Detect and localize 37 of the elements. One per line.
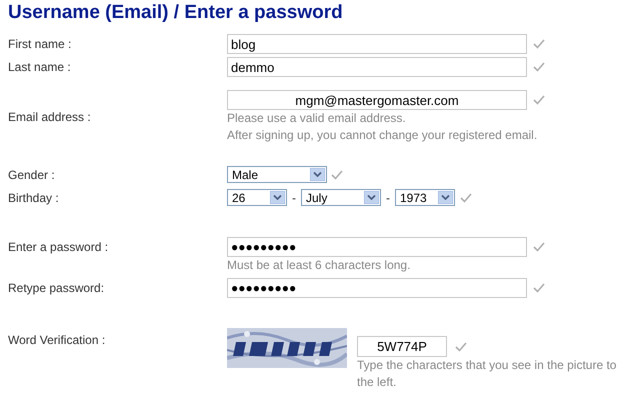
gender-select[interactable]: Male [227, 166, 327, 183]
password-field[interactable]: ●●●●●●●●● [227, 237, 527, 257]
text-field[interactable]: demmo [227, 57, 527, 77]
field-label: Gender : [8, 168, 56, 182]
dropdown-arrow-icon [364, 191, 379, 204]
hint-text: Type the characters that you see in the picture to the left. [357, 357, 618, 391]
date-select[interactable]: 1973 [395, 189, 455, 206]
dropdown-arrow-icon [438, 191, 453, 204]
check-icon [533, 62, 545, 72]
date-select[interactable]: July [301, 189, 381, 206]
field-label: Word Verification : [8, 332, 106, 347]
form-title: Username (Email) / Enter a password [8, 2, 344, 24]
verification-field[interactable]: 5W774P [357, 336, 447, 357]
date-separator: - [386, 190, 390, 204]
check-icon [331, 170, 343, 180]
check-icon [533, 95, 545, 105]
text-field[interactable]: blog [227, 34, 527, 54]
field-label: Retype password: [8, 280, 106, 295]
check-icon [533, 283, 545, 293]
field-label: Enter a password : [8, 239, 110, 254]
date-separator: - [292, 190, 296, 204]
field-label: Last name : [8, 59, 72, 74]
date-select[interactable]: 26 [227, 189, 287, 206]
field-label: First name : [8, 36, 72, 51]
hint-text: Must be at least 6 characters long. [227, 257, 412, 274]
check-icon [533, 242, 545, 252]
field-label: Email address : [8, 110, 92, 126]
hint-text: After signing up, you cannot change your registered email. [227, 127, 538, 144]
check-icon [455, 342, 467, 352]
password-field[interactable]: ●●●●●●●●● [227, 278, 527, 298]
field-label: Birthday : [8, 190, 60, 204]
check-icon [533, 39, 545, 49]
dropdown-arrow-icon [310, 168, 325, 181]
dropdown-arrow-icon [270, 191, 285, 204]
check-icon [460, 192, 472, 202]
hint-text: Please use a valid email address. [227, 110, 407, 127]
email-field[interactable]: mgm@mastergomaster.com [227, 90, 527, 110]
